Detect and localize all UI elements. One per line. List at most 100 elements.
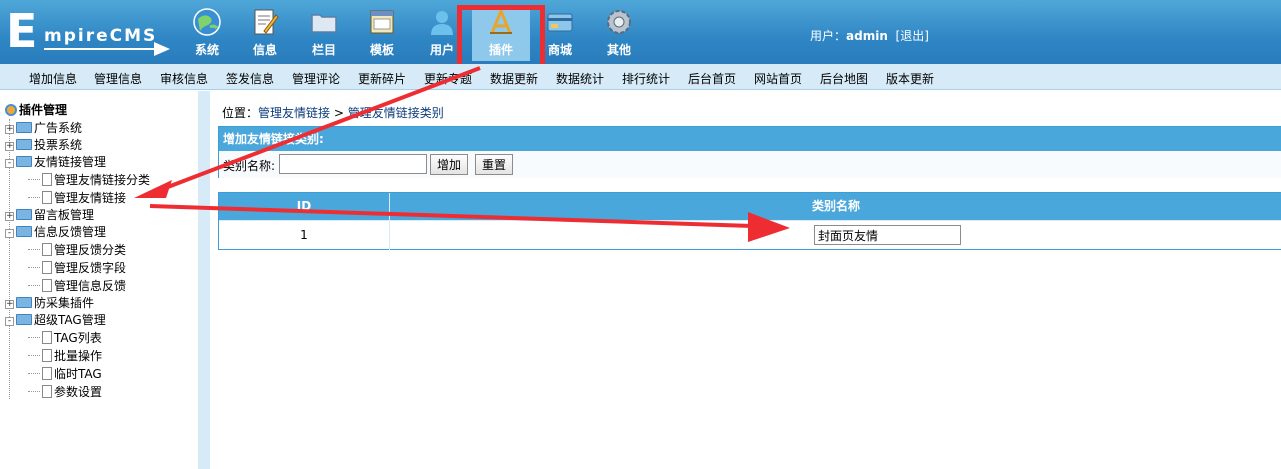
add-class-header: 增加友情链接类别: [219, 127, 1281, 151]
nav-other[interactable]: 其他 [591, 5, 647, 61]
template-icon [370, 10, 394, 34]
table-row: 1 [219, 220, 1281, 250]
quick-sign-info[interactable]: 签发信息 [226, 70, 274, 87]
tree-item-label: 信息反馈管理 [34, 225, 107, 239]
nav-info[interactable]: 信息 [237, 5, 293, 61]
folder-icon [16, 139, 32, 150]
tree-branch [28, 337, 40, 338]
sidebar-divider[interactable] [198, 91, 210, 469]
quick-version-update[interactable]: 版本更新 [886, 70, 934, 87]
tree-branch [28, 355, 40, 356]
tree-item-tag-list[interactable]: TAG列表 [28, 330, 102, 346]
nav-other-label: 其他 [606, 43, 631, 57]
breadcrumb-link-friendlink-class[interactable]: 管理友情链接类别 [348, 106, 444, 120]
quick-manage-info[interactable]: 管理信息 [94, 70, 142, 87]
tree-item-guestbook-manage[interactable]: + 留言板管理 [5, 207, 94, 223]
tree-item-super-tag[interactable]: - 超级TAG管理 [5, 312, 106, 328]
nav-system[interactable]: 系统 [179, 5, 235, 61]
folder-icon [16, 209, 32, 220]
tree-item-label: 投票系统 [34, 138, 83, 152]
nav-shop-label: 商城 [547, 43, 572, 57]
quick-admin-home[interactable]: 后台首页 [688, 70, 736, 87]
document-icon [42, 173, 52, 186]
tree-item-manage-info-feedback[interactable]: 管理信息反馈 [28, 278, 126, 294]
quick-update-fragments[interactable]: 更新碎片 [358, 70, 406, 87]
tree-item-temp-tag[interactable]: 临时TAG [28, 366, 102, 382]
user-prefix: 用户： [810, 29, 847, 43]
tree-item-manage-feedback-class[interactable]: 管理反馈分类 [28, 242, 126, 258]
quick-review-info[interactable]: 审核信息 [160, 70, 208, 87]
quick-update-data[interactable]: 数据更新 [490, 70, 538, 87]
quick-admin-map[interactable]: 后台地图 [820, 70, 868, 87]
tree-item-label: TAG列表 [54, 331, 102, 345]
document-icon [42, 191, 52, 204]
tree-branch [28, 197, 40, 198]
tree-branch [28, 373, 40, 374]
breadcrumb-separator: > [330, 106, 348, 120]
document-icon [42, 243, 52, 256]
collapse-toggle-icon[interactable]: - [5, 159, 14, 168]
quick-manage-comments[interactable]: 管理评论 [292, 70, 340, 87]
edit-icon [254, 9, 279, 35]
tree-item-manage-friendlink[interactable]: 管理友情链接 [28, 190, 126, 206]
tree-item-label: 管理反馈字段 [54, 261, 127, 275]
nav-column[interactable]: 栏目 [296, 5, 352, 61]
active-nav-highlight-frame [457, 5, 545, 69]
quick-site-home[interactable]: 网站首页 [754, 70, 802, 87]
tree-item-batch-ops[interactable]: 批量操作 [28, 348, 102, 364]
logo-underline [44, 48, 156, 50]
collapse-toggle-icon[interactable]: - [5, 317, 14, 326]
user-info: 用户：admin [退出] [810, 27, 929, 44]
document-icon [42, 385, 52, 398]
user-icon [431, 11, 453, 35]
column-header-id: ID [219, 193, 390, 220]
collapse-toggle-icon[interactable]: - [5, 229, 14, 238]
folder-icon [16, 297, 32, 308]
expand-toggle-icon[interactable]: + [5, 142, 14, 151]
logout-link[interactable]: [退出] [896, 29, 929, 43]
empirecms-logo[interactable]: E mpireCMS [4, 8, 174, 58]
gear-icon [607, 10, 631, 34]
plugin-manage-icon [5, 104, 17, 116]
breadcrumb-link-friendlink[interactable]: 管理友情链接 [258, 106, 330, 120]
folder-open-icon [16, 314, 32, 325]
tree-item-label: 临时TAG [54, 367, 102, 381]
quick-update-topics[interactable]: 更新专题 [424, 70, 472, 87]
cell-class-name [390, 221, 1281, 250]
tree-item-label: 参数设置 [54, 385, 103, 399]
document-icon [42, 367, 52, 380]
class-name-label: 类别名称: [223, 159, 276, 173]
logo-text: mpireCMS [44, 26, 158, 46]
expand-toggle-icon[interactable]: + [5, 125, 14, 134]
add-class-panel: 增加友情链接类别: 类别名称: 增加 重置 [218, 126, 1281, 178]
tree-item-friendlink-manage[interactable]: - 友情链接管理 [5, 154, 106, 170]
quick-ranking-stats[interactable]: 排行统计 [622, 70, 670, 87]
tree-branch [28, 179, 40, 180]
logo-arrow-icon [154, 42, 170, 56]
tree-item-manage-feedback-fields[interactable]: 管理反馈字段 [28, 260, 126, 276]
tree-item-feedback-manage[interactable]: - 信息反馈管理 [5, 224, 106, 240]
shop-icon [547, 13, 573, 32]
class-name-input[interactable] [279, 154, 427, 174]
class-list-table: ID 类别名称 1 [218, 192, 1281, 250]
quick-data-stats[interactable]: 数据统计 [556, 70, 604, 87]
tree-item-ad-system[interactable]: + 广告系统 [5, 120, 82, 136]
tree-item-label: 管理友情链接分类 [54, 173, 151, 187]
class-name-edit-input[interactable] [814, 225, 961, 245]
tree-item-param-settings[interactable]: 参数设置 [28, 384, 102, 400]
add-button[interactable]: 增加 [430, 154, 469, 175]
tree-branch [28, 249, 40, 250]
breadcrumb-prefix: 位置： [222, 106, 259, 120]
document-icon [42, 331, 52, 344]
reset-button[interactable]: 重置 [475, 154, 514, 175]
tree-item-label: 广告系统 [34, 121, 83, 135]
expand-toggle-icon[interactable]: + [5, 212, 14, 221]
tree-item-anti-collect[interactable]: + 防采集插件 [5, 295, 94, 311]
quick-add-info[interactable]: 增加信息 [29, 70, 77, 87]
tree-item-manage-friendlink-class[interactable]: 管理友情链接分类 [28, 172, 150, 188]
tree-item-vote-system[interactable]: + 投票系统 [5, 137, 82, 153]
expand-toggle-icon[interactable]: + [5, 300, 14, 309]
folder-open-icon [16, 226, 32, 237]
column-header-class-name: 类别名称 [811, 199, 860, 213]
nav-template[interactable]: 模板 [354, 5, 410, 61]
